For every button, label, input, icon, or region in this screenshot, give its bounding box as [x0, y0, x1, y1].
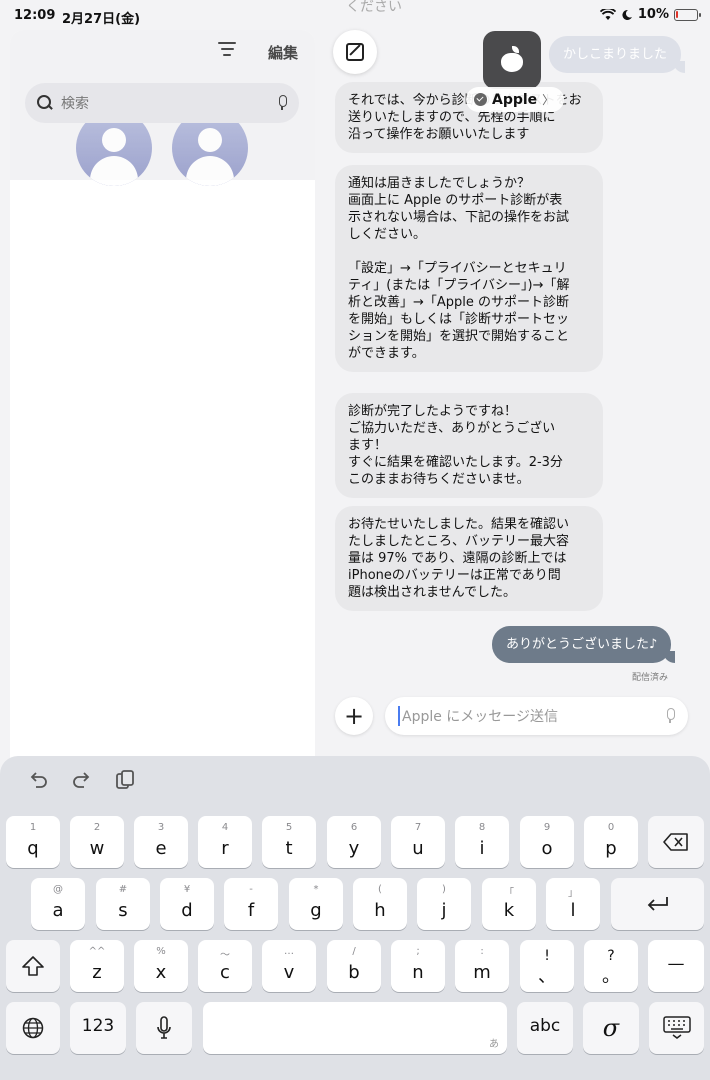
dictation-icon[interactable]: [665, 708, 675, 724]
key-s[interactable]: # s: [96, 878, 150, 930]
globe-key[interactable]: [6, 1002, 60, 1054]
key-w[interactable]: 2w: [70, 816, 124, 868]
compose-icon: [346, 43, 364, 61]
message-input[interactable]: Apple にメッセージ送信: [385, 697, 688, 735]
key-dash[interactable]: —: [648, 940, 704, 992]
key-a[interactable]: @ a: [31, 878, 85, 930]
key-z[interactable]: ^^ z: [70, 940, 124, 992]
key-h[interactable]: (h: [353, 878, 407, 930]
key-m[interactable]: :m: [455, 940, 509, 992]
shift-icon: [22, 956, 44, 976]
return-key[interactable]: [611, 878, 704, 930]
globe-icon: [22, 1017, 44, 1039]
key-i[interactable]: 8i: [455, 816, 509, 868]
wifi-icon: [599, 8, 616, 20]
plus-icon: +: [343, 702, 365, 730]
key-c[interactable]: 〜 c: [198, 940, 252, 992]
conversation-list-pane: 編集 検索: [10, 30, 315, 760]
key-f[interactable]: -f: [224, 878, 278, 930]
outgoing-message[interactable]: ありがとうございました♪: [492, 626, 676, 663]
key-o[interactable]: 9o: [520, 816, 574, 868]
key-b[interactable]: / b: [327, 940, 381, 992]
key-j[interactable]: ) j: [417, 878, 471, 930]
key-r[interactable]: 4r: [198, 816, 252, 868]
key-v[interactable]: … v: [262, 940, 316, 992]
key-k[interactable]: 「k: [482, 878, 536, 930]
key-period[interactable]: ?。: [584, 940, 638, 992]
paste-icon[interactable]: [114, 768, 136, 792]
microphone-icon[interactable]: [277, 95, 287, 111]
outgoing-message[interactable]: かしこまりました: [549, 36, 686, 73]
contact-avatar[interactable]: [483, 31, 541, 89]
return-icon: [647, 897, 668, 911]
key-u[interactable]: 7u: [391, 816, 445, 868]
key-l[interactable]: 」 l: [546, 878, 600, 930]
key-t[interactable]: 5t: [262, 816, 316, 868]
key-d[interactable]: ¥ d: [160, 878, 214, 930]
undo-icon[interactable]: [27, 768, 49, 792]
contact-name: Apple: [492, 91, 538, 108]
status-bar: 12:09 2月27日(金) 10%: [0, 0, 710, 32]
key-x[interactable]: % x: [134, 940, 188, 992]
status-indicators: 10%: [599, 7, 701, 22]
key-g[interactable]: * g: [289, 878, 343, 930]
verified-badge-icon: [474, 93, 487, 106]
space-key[interactable]: あ: [203, 1002, 507, 1054]
chevron-right-icon: 〉: [542, 93, 555, 107]
keyboard: 1q 2w 3e 4r 5t 6y 7u 8i 9o 0p @ a # s ¥ d -…: [0, 756, 710, 1080]
list-header: 編集 検索: [10, 30, 315, 186]
keyboard-toolbar: [0, 756, 710, 806]
search-icon: [37, 95, 53, 111]
delete-key[interactable]: [648, 816, 704, 868]
abc-key[interactable]: abc: [517, 1002, 573, 1054]
hide-keyboard-key[interactable]: [649, 1002, 704, 1054]
handwriting-icon: σ: [602, 1014, 620, 1042]
dictation-key[interactable]: [136, 1002, 192, 1054]
battery-level: [676, 10, 678, 18]
status-date: 2月27日(金): [62, 12, 141, 27]
search-input[interactable]: 検索: [25, 83, 299, 123]
read-receipt: 配信済み: [632, 673, 669, 683]
delete-backspace-icon: [663, 833, 688, 851]
incoming-message[interactable]: お待たせいたしました。結果を確認い たしましたところ、バッテリー最大容 量は 9…: [335, 506, 603, 611]
key-y[interactable]: 6y: [327, 816, 381, 868]
microphone-icon: [157, 1016, 171, 1039]
contact-name-chip[interactable]: Apple 〉: [466, 87, 565, 112]
battery-icon: [674, 8, 701, 21]
compose-button[interactable]: [333, 30, 377, 74]
handwriting-key[interactable]: σ: [583, 1002, 639, 1054]
shift-key[interactable]: [6, 940, 60, 992]
key-n[interactable]: ; n: [391, 940, 445, 992]
numbers-key[interactable]: 123: [70, 1002, 126, 1054]
redo-icon[interactable]: [71, 768, 93, 792]
incoming-message[interactable]: 通知は届きましたでしょうか？ 画面上に Apple のサポート診断が表 示されな…: [335, 165, 603, 372]
message-placeholder: Apple にメッセージ送信: [402, 709, 559, 725]
status-time: 12:09: [14, 8, 56, 23]
key-comma[interactable]: !、: [520, 940, 574, 992]
key-e[interactable]: 3e: [134, 816, 188, 868]
moon-icon: [622, 9, 632, 20]
battery-percent: 10%: [637, 7, 669, 22]
text-caret: [398, 706, 400, 726]
key-q[interactable]: 1q: [6, 816, 60, 868]
add-attachment-button[interactable]: +: [335, 697, 373, 735]
incoming-message[interactable]: 診断が完了したようですね！ ご協力いただき、ありがとうござい ます！ すぐに結果…: [335, 393, 603, 498]
search-placeholder: 検索: [61, 96, 89, 112]
keyboard-dismiss-icon: [662, 1016, 691, 1039]
apple-logo-icon: [501, 46, 523, 72]
key-p[interactable]: 0p: [584, 816, 638, 868]
